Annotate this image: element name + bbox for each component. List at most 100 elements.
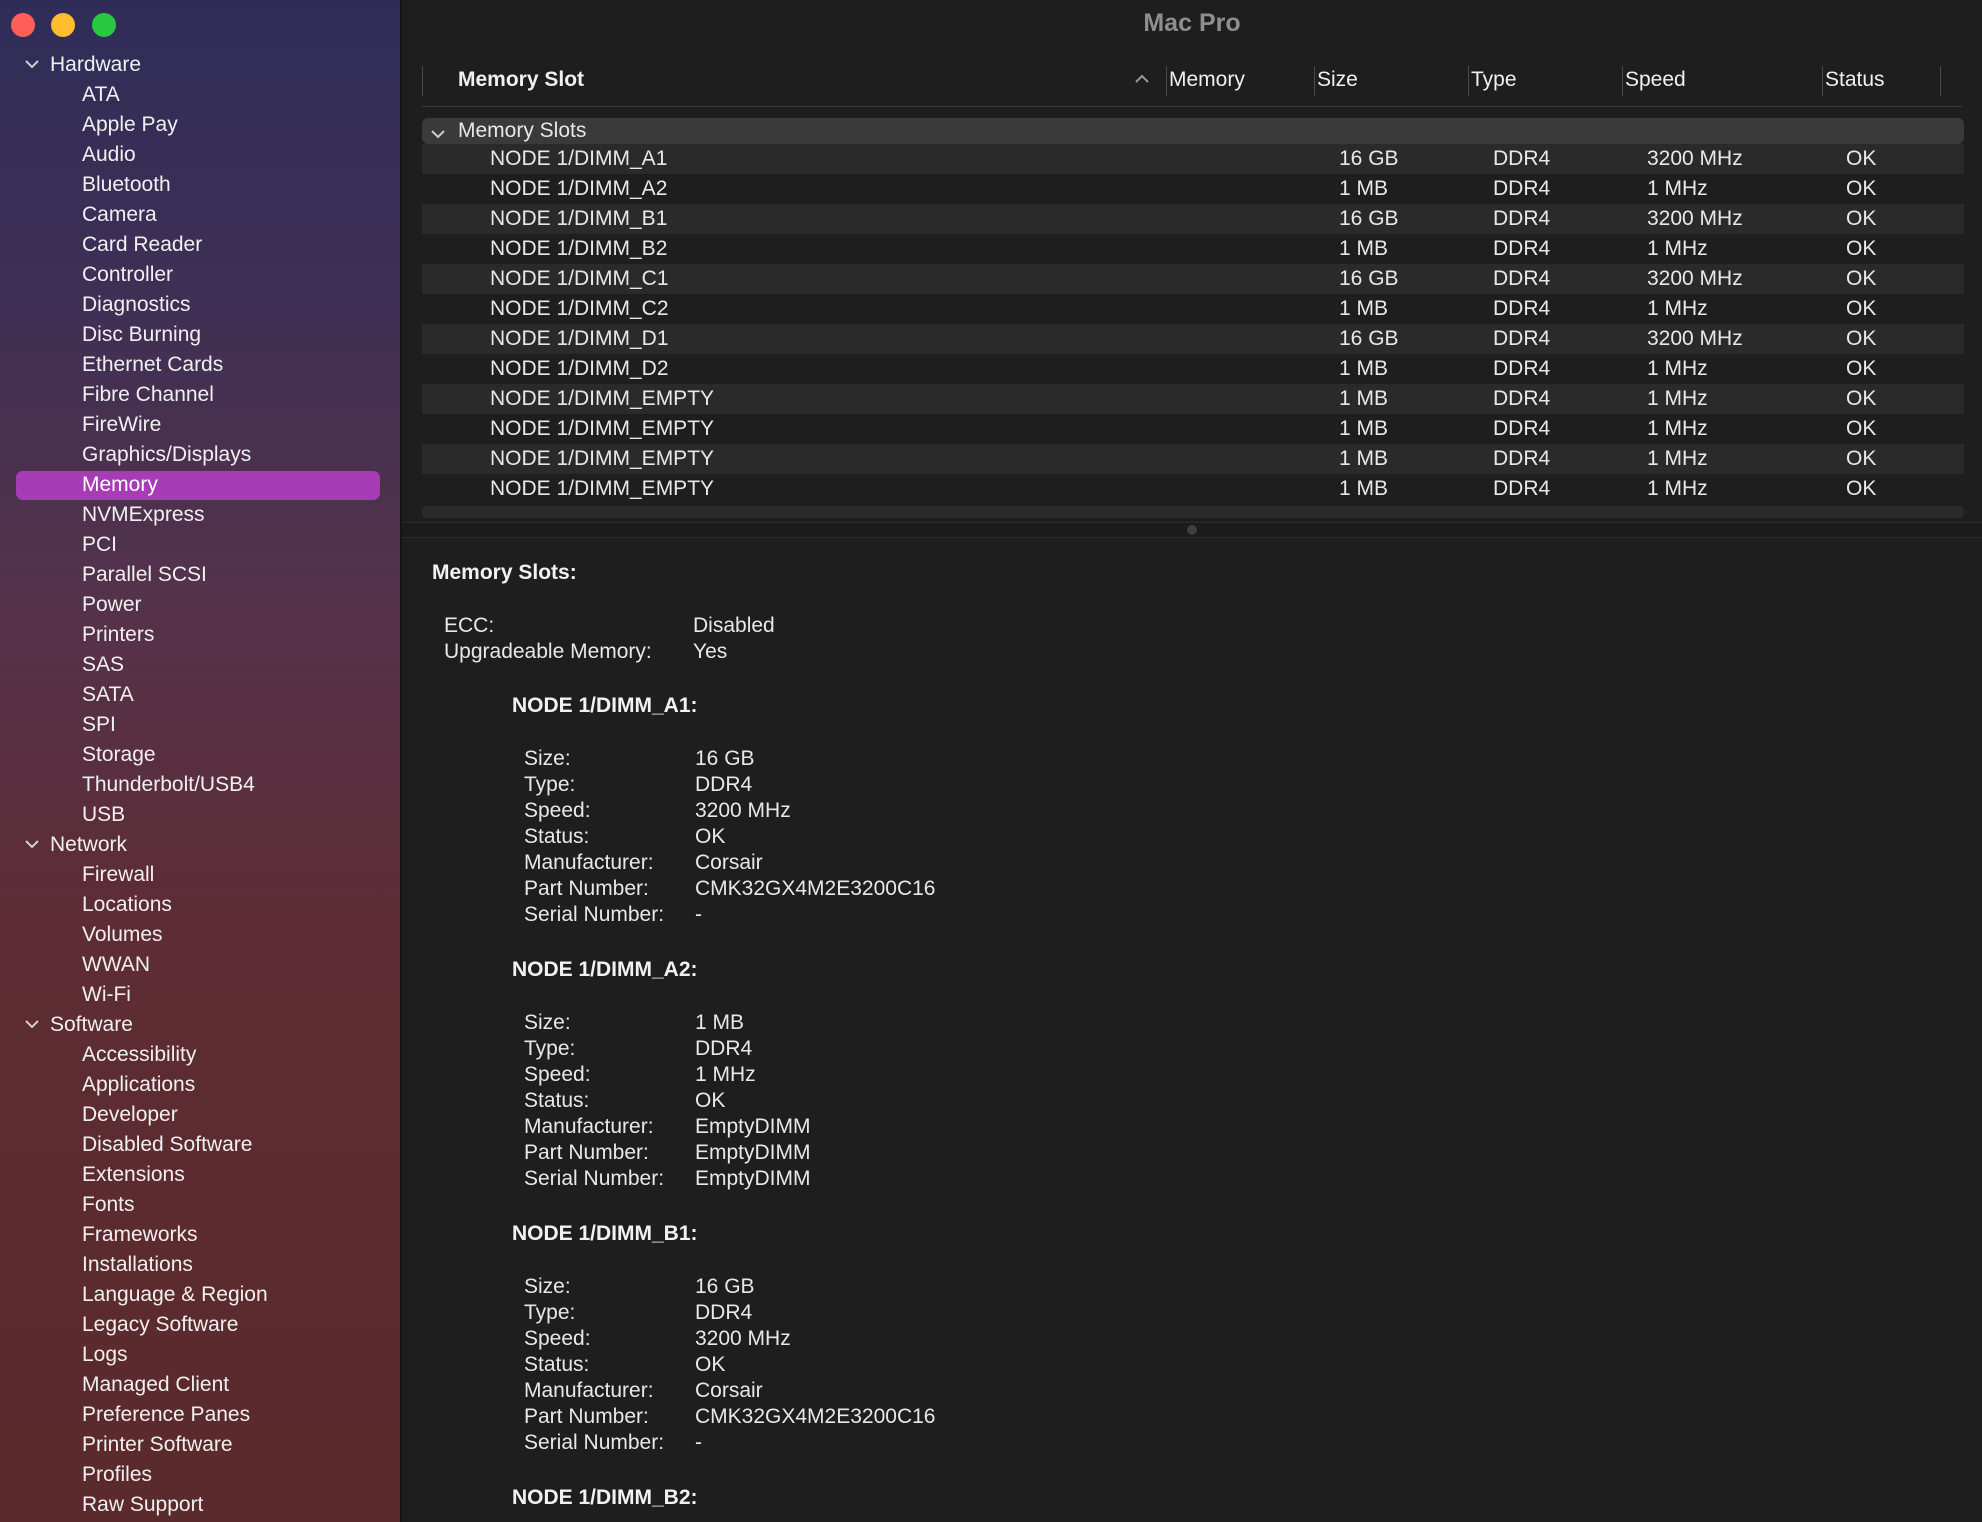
sidebar-item-power[interactable]: Power: [0, 590, 400, 620]
sidebar-item-audio[interactable]: Audio: [0, 140, 400, 170]
sidebar-item-graphics-displays[interactable]: Graphics/Displays: [0, 440, 400, 470]
table-row[interactable]: NODE 1/DIMM_A1 16 GB DDR4 3200 MHz OK: [422, 144, 1964, 174]
column-header-size[interactable]: Size: [1317, 60, 1358, 106]
table-row[interactable]: NODE 1/DIMM_D1 16 GB DDR4 3200 MHz OK: [422, 324, 1964, 354]
sidebar-item-disabled-software[interactable]: Disabled Software: [0, 1130, 400, 1160]
column-separator: [422, 66, 423, 96]
sidebar-group-hardware[interactable]: Hardware: [0, 50, 400, 80]
sidebar-item-bluetooth[interactable]: Bluetooth: [0, 170, 400, 200]
table-row[interactable]: [422, 506, 1964, 518]
table-row[interactable]: NODE 1/DIMM_B2 1 MB DDR4 1 MHz OK: [422, 234, 1964, 264]
sidebar-item-thunderbolt-usb4[interactable]: Thunderbolt/USB4: [0, 770, 400, 800]
memory-slots-group-row[interactable]: Memory Slots: [422, 118, 1964, 144]
sidebar-item-logs[interactable]: Logs: [0, 1340, 400, 1370]
sidebar-item-wwan[interactable]: WWAN: [0, 950, 400, 980]
column-separator[interactable]: [1468, 66, 1469, 96]
column-separator[interactable]: [1622, 66, 1623, 96]
sidebar-item-volumes[interactable]: Volumes: [0, 920, 400, 950]
sidebar-item-firewire[interactable]: FireWire: [0, 410, 400, 440]
column-separator[interactable]: [1822, 66, 1823, 96]
sidebar-item-sas[interactable]: SAS: [0, 650, 400, 680]
sidebar-item-storage[interactable]: Storage: [0, 740, 400, 770]
table-row[interactable]: NODE 1/DIMM_B1 16 GB DDR4 3200 MHz OK: [422, 204, 1964, 234]
sidebar-item-frameworks[interactable]: Frameworks: [0, 1220, 400, 1250]
sidebar-item-fonts[interactable]: Fonts: [0, 1190, 400, 1220]
cell-size: 1 MB: [1339, 297, 1389, 320]
detail-label: ECC:: [444, 614, 495, 637]
column-header-speed[interactable]: Speed: [1625, 60, 1686, 106]
sidebar-item-preference-panes[interactable]: Preference Panes: [0, 1400, 400, 1430]
cell-slot: NODE 1/DIMM_B2: [490, 237, 668, 260]
sidebar-item-ethernet-cards[interactable]: Ethernet Cards: [0, 350, 400, 380]
column-separator[interactable]: [1166, 66, 1167, 96]
column-header-status[interactable]: Status: [1825, 60, 1885, 106]
sidebar-item-printers[interactable]: Printers: [0, 620, 400, 650]
chevron-down-icon[interactable]: [430, 126, 446, 144]
detail-value: Corsair: [695, 1379, 763, 1402]
sidebar-group-network[interactable]: Network: [0, 830, 400, 860]
split-view-divider[interactable]: [402, 522, 1982, 538]
table-row[interactable]: NODE 1/DIMM_EMPTY 1 MB DDR4 1 MHz OK: [422, 474, 1964, 504]
cell-slot: NODE 1/DIMM_D1: [490, 327, 669, 350]
sidebar-item-legacy-software[interactable]: Legacy Software: [0, 1310, 400, 1340]
sidebar-item-language-region[interactable]: Language & Region: [0, 1280, 400, 1310]
table-row[interactable]: NODE 1/DIMM_A2 1 MB DDR4 1 MHz OK: [422, 174, 1964, 204]
sidebar-item-wi-fi[interactable]: Wi-Fi: [0, 980, 400, 1010]
sidebar-item-card-reader[interactable]: Card Reader: [0, 230, 400, 260]
sidebar-item-apple-pay[interactable]: Apple Pay: [0, 110, 400, 140]
sidebar-item-usb[interactable]: USB: [0, 800, 400, 830]
zoom-window-button[interactable]: [92, 13, 116, 37]
sidebar-item-managed-client[interactable]: Managed Client: [0, 1370, 400, 1400]
sidebar-item-nvmexpress[interactable]: NVMExpress: [0, 500, 400, 530]
detail-value: -: [695, 903, 702, 926]
sidebar-item-printer-software[interactable]: Printer Software: [0, 1430, 400, 1460]
detail-value: -: [695, 1431, 702, 1454]
column-separator[interactable]: [1314, 66, 1315, 96]
sidebar-item-developer[interactable]: Developer: [0, 1100, 400, 1130]
sidebar-item-sata[interactable]: SATA: [0, 680, 400, 710]
sidebar-item-applications[interactable]: Applications: [0, 1070, 400, 1100]
chevron-down-icon[interactable]: [24, 1010, 40, 1040]
column-header-memory-slot[interactable]: Memory Slot: [458, 60, 584, 106]
sidebar-item-accessibility[interactable]: Accessibility: [0, 1040, 400, 1070]
sidebar-item-fibre-channel[interactable]: Fibre Channel: [0, 380, 400, 410]
minimize-window-button[interactable]: [51, 13, 75, 37]
cell-speed: 3200 MHz: [1647, 207, 1743, 230]
table-row[interactable]: NODE 1/DIMM_EMPTY 1 MB DDR4 1 MHz OK: [422, 414, 1964, 444]
table-row[interactable]: NODE 1/DIMM_C2 1 MB DDR4 1 MHz OK: [422, 294, 1964, 324]
cell-type: DDR4: [1493, 267, 1551, 290]
cell-speed: 3200 MHz: [1647, 327, 1743, 350]
close-window-button[interactable]: [11, 13, 35, 37]
table-row[interactable]: NODE 1/DIMM_EMPTY 1 MB DDR4 1 MHz OK: [422, 444, 1964, 474]
sidebar-item-camera[interactable]: Camera: [0, 200, 400, 230]
sidebar-item-firewall[interactable]: Firewall: [0, 860, 400, 890]
sidebar-item-controller[interactable]: Controller: [0, 260, 400, 290]
chevron-down-icon[interactable]: [24, 830, 40, 860]
sidebar-item-locations[interactable]: Locations: [0, 890, 400, 920]
sidebar-item-raw-support[interactable]: Raw Support: [0, 1490, 400, 1520]
sidebar-item-pci[interactable]: PCI: [0, 530, 400, 560]
sidebar-group-software[interactable]: Software: [0, 1010, 400, 1040]
column-separator[interactable]: [1940, 66, 1941, 96]
table-row[interactable]: NODE 1/DIMM_EMPTY 1 MB DDR4 1 MHz OK: [422, 384, 1964, 414]
sidebar-item-parallel-scsi[interactable]: Parallel SCSI: [0, 560, 400, 590]
sidebar-item-extensions[interactable]: Extensions: [0, 1160, 400, 1190]
table-row[interactable]: NODE 1/DIMM_C1 16 GB DDR4 3200 MHz OK: [422, 264, 1964, 294]
chevron-down-icon[interactable]: [24, 50, 40, 80]
sidebar-item-profiles[interactable]: Profiles: [0, 1460, 400, 1490]
sort-ascending-icon[interactable]: [1134, 72, 1150, 90]
sidebar-item-diagnostics[interactable]: Diagnostics: [0, 290, 400, 320]
sidebar-item-ata[interactable]: ATA: [0, 80, 400, 110]
detail-value: 1 MB: [695, 1011, 745, 1034]
sidebar-item-label: Disc Burning: [82, 323, 202, 346]
sidebar-item-disc-burning[interactable]: Disc Burning: [0, 320, 400, 350]
divider-grip[interactable]: [1187, 525, 1197, 535]
table-row[interactable]: NODE 1/DIMM_D2 1 MB DDR4 1 MHz OK: [422, 354, 1964, 384]
detail-label: Type:: [524, 1037, 576, 1060]
sidebar-item-spi[interactable]: SPI: [0, 710, 400, 740]
sidebar-item-installations[interactable]: Installations: [0, 1250, 400, 1280]
sidebar-item-memory[interactable]: Memory: [0, 470, 400, 500]
column-header-type[interactable]: Type: [1471, 60, 1517, 106]
sidebar: Hardware ATA Apple Pay Audio Bluetooth Camera…: [0, 0, 402, 1522]
column-header-memory[interactable]: Memory: [1169, 60, 1245, 106]
